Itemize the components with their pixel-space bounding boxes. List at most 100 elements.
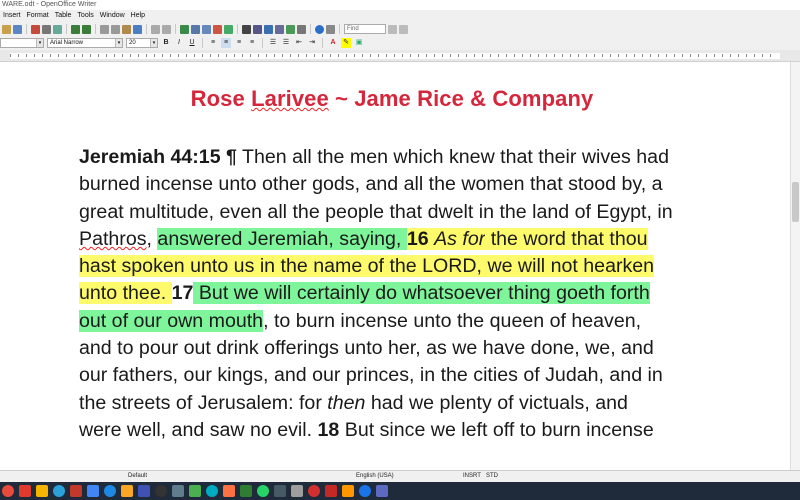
align-left-icon[interactable]: ≡ [208, 38, 218, 48]
image-icon[interactable] [202, 24, 211, 34]
scrollbar-thumb[interactable] [792, 182, 799, 222]
clone-format-icon[interactable] [133, 24, 142, 34]
increase-indent-icon[interactable]: ⇥ [307, 38, 317, 48]
horizontal-ruler[interactable] [0, 50, 800, 62]
paragraph-style-select[interactable]: ▾ [0, 38, 44, 48]
language-status[interactable]: English (USA) [356, 471, 394, 482]
menu-insert[interactable]: Insert [0, 10, 24, 22]
chat-icon[interactable] [206, 485, 218, 497]
ruler-tick [746, 54, 747, 57]
data-sources-icon[interactable] [275, 24, 284, 34]
files-icon[interactable] [36, 485, 48, 497]
align-right-icon[interactable]: ≡ [234, 38, 244, 48]
gmail-icon[interactable] [19, 485, 31, 497]
text-line[interactable]: Pathros, answered Jeremiah, saying, 16 A… [79, 226, 719, 253]
more-icon[interactable] [326, 24, 335, 34]
text-line[interactable]: hast spoken unto us in the name of the L… [79, 253, 719, 280]
font-name-select[interactable]: Arial Narrow ▾ [47, 38, 123, 48]
print-preview-icon[interactable] [53, 24, 62, 34]
text-line[interactable]: out of our own mouth, to burn incense un… [79, 308, 719, 335]
background-color-icon[interactable]: ▣ [354, 38, 364, 48]
telegram-icon[interactable] [53, 485, 65, 497]
text-line[interactable]: great multitude, even all the people tha… [79, 199, 719, 226]
ruler-tick [770, 54, 771, 57]
font-size-select[interactable]: 20 ▾ [126, 38, 158, 48]
menu-help[interactable]: Help [128, 10, 148, 22]
selection-mode-status[interactable]: STD [486, 471, 498, 482]
window-icon[interactable] [138, 485, 150, 497]
ruler-tick [562, 54, 563, 57]
insert-mode-status[interactable]: INSRT [463, 471, 481, 482]
document-page[interactable]: Rose Larivee ~ Jame Rice & Company Jerem… [0, 62, 800, 470]
align-center-icon[interactable]: ≡ [221, 38, 231, 48]
vlc-icon[interactable] [342, 485, 354, 497]
paste-icon[interactable] [122, 24, 131, 34]
pdf-icon[interactable] [308, 485, 320, 497]
open-icon[interactable] [2, 24, 11, 34]
acrobat-icon[interactable] [325, 485, 337, 497]
alien-icon[interactable] [291, 485, 303, 497]
draw-icon[interactable] [224, 24, 233, 34]
mail-icon[interactable] [104, 485, 116, 497]
chart-icon[interactable] [213, 24, 222, 34]
highlight-icon[interactable]: ✎ [341, 38, 351, 48]
cut-icon[interactable] [100, 24, 109, 34]
bold-button[interactable]: B [161, 38, 171, 48]
vpn-icon[interactable] [240, 485, 252, 497]
find-input[interactable]: Find [344, 24, 386, 34]
justify-icon[interactable]: ≡ [247, 38, 257, 48]
image-icon[interactable] [172, 485, 184, 497]
print-icon[interactable] [42, 24, 51, 34]
menu-format[interactable]: Format [24, 10, 52, 22]
text-line[interactable]: our fathers, our kings, and our princes,… [79, 362, 719, 389]
autospellcheck-icon[interactable] [82, 24, 91, 34]
menu-table[interactable]: Table [52, 10, 75, 22]
spellcheck-icon[interactable] [71, 24, 80, 34]
notes-icon[interactable] [121, 485, 133, 497]
font-color-icon[interactable]: A [328, 38, 338, 48]
numbering-icon[interactable]: ☰ [268, 38, 278, 48]
browser-icon[interactable] [87, 485, 99, 497]
bullets-icon[interactable]: ☰ [281, 38, 291, 48]
italic-button[interactable]: I [174, 38, 184, 48]
help-icon[interactable] [315, 24, 324, 34]
gallery-icon[interactable] [264, 24, 273, 34]
whatsapp-icon[interactable] [257, 485, 269, 497]
copy-icon[interactable] [111, 24, 120, 34]
navigator-icon[interactable] [253, 24, 262, 34]
find-up-icon[interactable] [399, 24, 408, 34]
text-line[interactable]: and to pour out drink offerings unto her… [79, 335, 719, 362]
redo-icon[interactable] [162, 24, 171, 34]
menu-tools[interactable]: Tools [74, 10, 96, 22]
table-icon[interactable] [191, 24, 200, 34]
zoom-icon[interactable] [297, 24, 306, 34]
editor-icon[interactable] [189, 485, 201, 497]
text-line[interactable]: were well, and saw no evil. 18 But since… [79, 417, 719, 444]
underline-button[interactable]: U [187, 38, 197, 48]
text-line[interactable]: burned incense unto other gods, and all … [79, 171, 719, 198]
globe-icon[interactable] [376, 485, 388, 497]
export-pdf-icon[interactable] [31, 24, 40, 34]
camera-icon[interactable] [274, 485, 286, 497]
find-replace-icon[interactable] [242, 24, 251, 34]
firefox-icon[interactable] [223, 485, 235, 497]
edit-file-icon[interactable] [13, 24, 22, 34]
text-run: our fathers, our kings, and our princes,… [79, 364, 663, 387]
menu-window[interactable]: Window [97, 10, 128, 22]
drive-icon[interactable] [359, 485, 371, 497]
text-line[interactable]: the streets of Jerusalem: for then had w… [79, 390, 719, 417]
terminal-icon[interactable] [155, 485, 167, 497]
decrease-indent-icon[interactable]: ⇤ [294, 38, 304, 48]
ruler-tick [282, 54, 283, 57]
text-line[interactable]: Jeremiah 44:15 ¶ Then all the men which … [79, 144, 719, 171]
record-icon[interactable] [70, 485, 82, 497]
nonprinting-chars-icon[interactable] [286, 24, 295, 34]
hyperlink-icon[interactable] [180, 24, 189, 34]
vertical-scrollbar[interactable] [790, 62, 800, 470]
text-line[interactable]: unto thee. 17 But we will certainly do w… [79, 280, 719, 307]
chrome-icon[interactable] [2, 485, 14, 497]
page-style-status[interactable]: Default [128, 471, 147, 482]
undo-icon[interactable] [151, 24, 160, 34]
find-down-icon[interactable] [388, 24, 397, 34]
document-body[interactable]: Jeremiah 44:15 ¶ Then all the men which … [79, 144, 719, 444]
